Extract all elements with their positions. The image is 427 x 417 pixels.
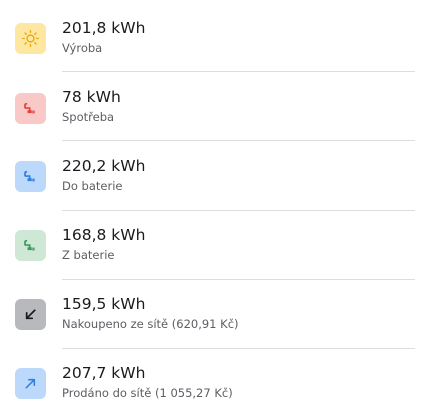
arrow-down-left-icon xyxy=(25,309,36,320)
consumption-label: Spotřeba xyxy=(62,110,115,124)
bought-value: 159,5 kWh xyxy=(62,295,146,313)
plug-icon xyxy=(24,239,35,251)
to-battery-label: Do baterie xyxy=(62,179,123,193)
bought-label: Nakoupeno ze sítě (620,91 Kč) xyxy=(62,317,239,331)
production-icon-box xyxy=(15,23,46,54)
production-value: 201,8 kWh xyxy=(62,19,146,37)
production-label: Výroba xyxy=(62,41,103,55)
list-item-from-battery: 168,8 kWh Z baterie xyxy=(0,210,427,279)
consumption-value: 78 kWh xyxy=(62,88,121,106)
consumption-icon-box xyxy=(15,93,46,124)
plug-icon xyxy=(24,102,35,114)
sold-value: 207,7 kWh xyxy=(62,364,146,382)
sold-label: Prodáno do sítě (1 055,27 Kč) xyxy=(62,386,233,400)
to-battery-icon-box xyxy=(15,161,46,192)
plug-icon xyxy=(24,170,35,182)
list-item-sold-to-grid: 207,7 kWh Prodáno do sítě (1 055,27 Kč) xyxy=(0,348,427,417)
from-battery-icon-box xyxy=(15,230,46,261)
list-item-bought-from-grid: 159,5 kWh Nakoupeno ze sítě (620,91 Kč) xyxy=(0,279,427,348)
arrow-up-right-icon xyxy=(25,378,36,389)
bought-icon-box xyxy=(15,299,46,330)
from-battery-label: Z baterie xyxy=(62,248,115,262)
to-battery-value: 220,2 kWh xyxy=(62,157,146,175)
sun-icon xyxy=(22,30,39,47)
from-battery-value: 168,8 kWh xyxy=(62,226,146,244)
sold-icon-box xyxy=(15,368,46,399)
list-item-production: 201,8 kWh Výroba xyxy=(0,3,427,72)
list-item-to-battery: 220,2 kWh Do baterie xyxy=(0,141,427,210)
energy-summary-list: 201,8 kWh Výroba 78 kWh Spotřeba 220,2 k… xyxy=(0,0,427,417)
list-item-consumption: 78 kWh Spotřeba xyxy=(0,72,427,141)
